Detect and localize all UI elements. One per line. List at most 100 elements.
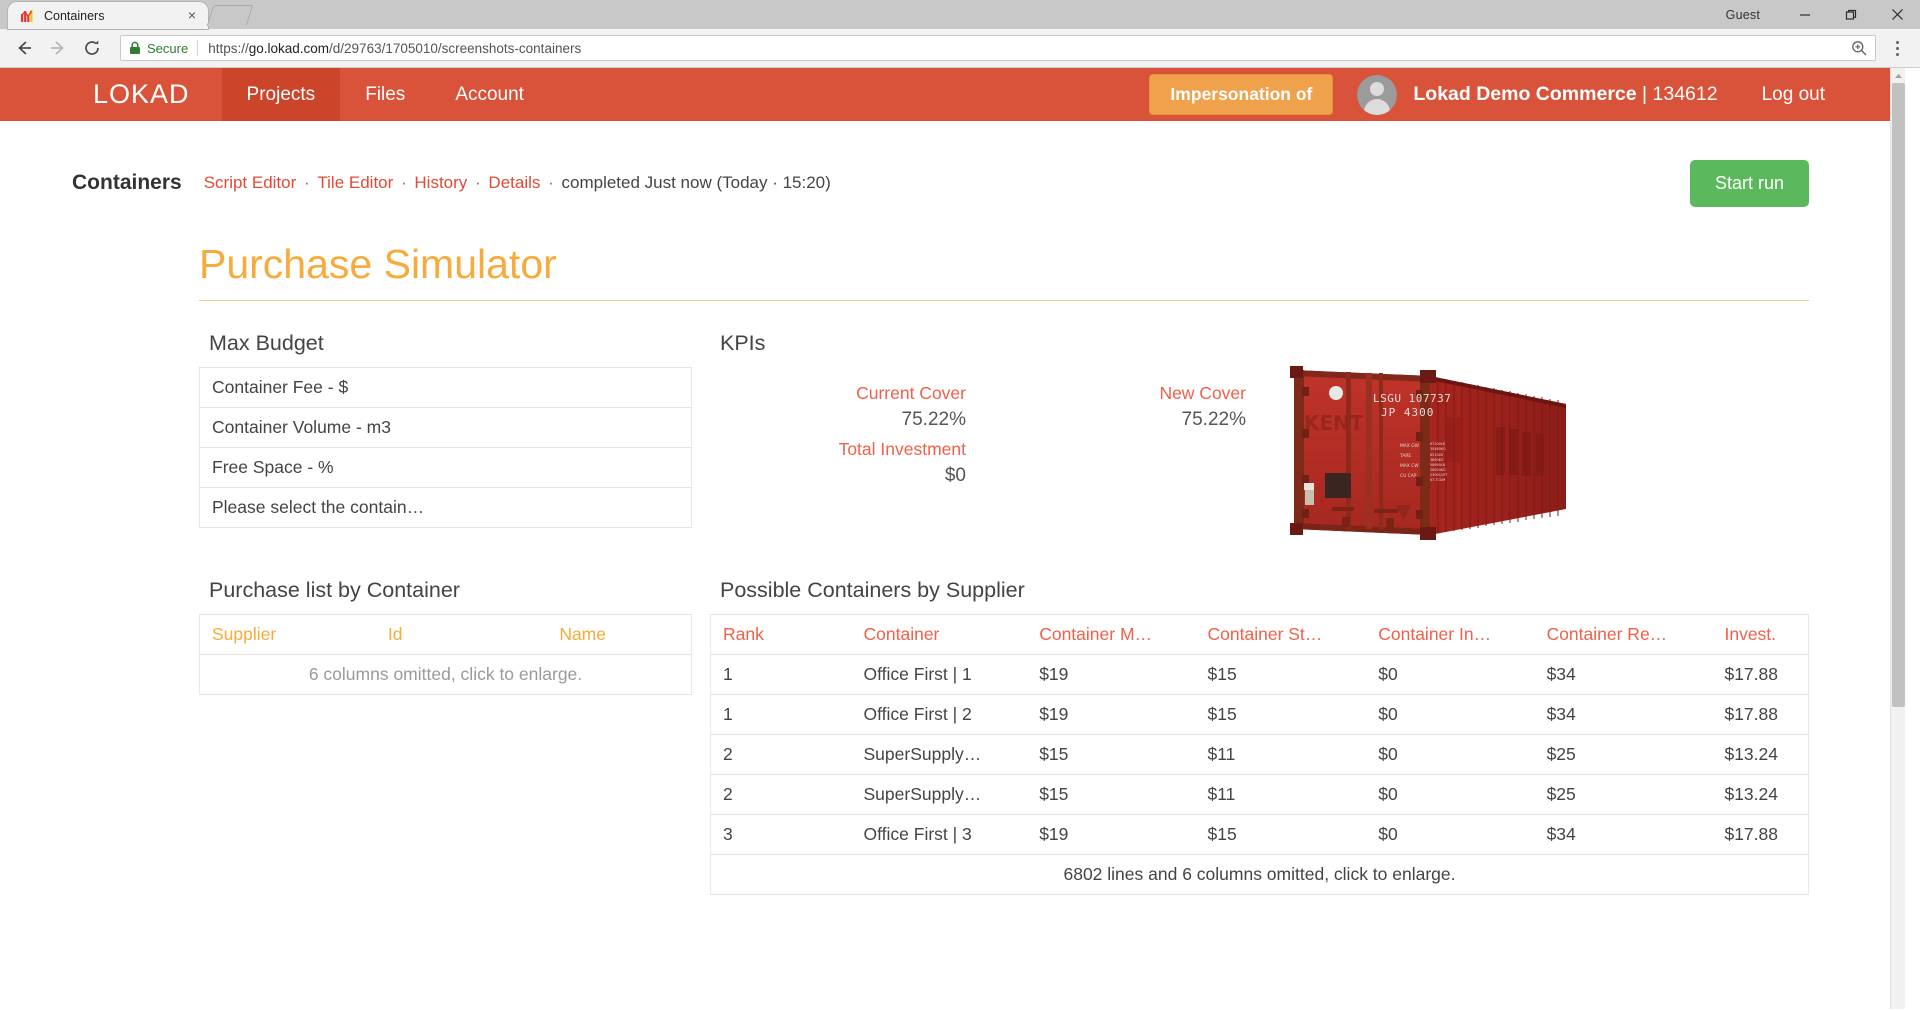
table-row[interactable]: 1 Office First | 1 $19 $15 $0 $34 $17.88 <box>711 655 1809 695</box>
purchase-list-omitted-note[interactable]: 6 columns omitted, click to enlarge. <box>200 655 692 695</box>
kpi-total-investment: Total Investment $0 <box>710 439 990 487</box>
kpi-label: Total Investment <box>710 439 966 460</box>
kpi-value: 75.22% <box>990 409 1246 431</box>
impersonation-badge[interactable]: Impersonation of <box>1149 74 1333 115</box>
page-scrollbar[interactable] <box>1890 68 1905 1009</box>
max-budget-row-label: Please select the contain… <box>200 488 692 528</box>
cell-container-m: $19 <box>1027 655 1195 695</box>
kpi-photo-wrap: Current Cover 75.22% New Cover 75.22% To… <box>710 367 1809 552</box>
column-header-rank[interactable]: Rank <box>711 615 846 655</box>
new-tab-button[interactable] <box>207 5 254 26</box>
table-row[interactable]: 2 SuperSupply… $15 $11 $0 $25 $13.24 <box>711 735 1809 775</box>
column-header-id[interactable]: Id <box>360 615 430 655</box>
browser-toolbar: Secure https://go.lokad.com/d/29763/1705… <box>0 29 1920 68</box>
breadcrumb-dot-2: · <box>396 173 411 192</box>
cell-container-in: $0 <box>1366 655 1534 695</box>
cell-rank: 1 <box>711 655 846 695</box>
column-header-invest[interactable]: Invest. <box>1712 615 1808 655</box>
possible-containers-omitted-note[interactable]: 6802 lines and 6 columns omitted, click … <box>711 855 1809 895</box>
possible-containers-table[interactable]: Rank Container Container M… Container St… <box>710 614 1809 895</box>
nav-item-projects[interactable]: Projects <box>222 68 341 121</box>
cell-invest: $17.88 <box>1712 655 1808 695</box>
start-run-button[interactable]: Start run <box>1690 160 1809 207</box>
table-row[interactable]: 3 Office First | 3 $19 $15 $0 $34 $17.88 <box>711 815 1809 855</box>
window-minimize-icon[interactable] <box>1782 0 1828 29</box>
kpi-value: $0 <box>710 465 966 487</box>
cell-container-re: $25 <box>1535 775 1713 815</box>
browser-tab[interactable]: Containers × <box>8 2 208 29</box>
cell-container-st: $15 <box>1196 815 1367 855</box>
back-arrow-icon[interactable] <box>8 32 40 64</box>
svg-text:KENT: KENT <box>1304 411 1364 435</box>
account-name-text: Lokad Demo Commerce <box>1413 83 1636 105</box>
table-row[interactable]: 2 SuperSupply… $15 $11 $0 $25 $13.24 <box>711 775 1809 815</box>
logout-link[interactable]: Log out <box>1762 84 1825 106</box>
table-row[interactable]: Free Space - % <box>200 448 692 488</box>
project-subheader: Containers Script Editor · Tile Editor ·… <box>72 121 1809 213</box>
app-navbar: LOKAD Projects Files Account Impersonati… <box>0 68 1905 121</box>
svg-text:8510LB: 8510LB <box>1430 453 1444 457</box>
breadcrumb: Script Editor · Tile Editor · History · … <box>204 173 831 193</box>
column-header-container-in[interactable]: Container In… <box>1366 615 1534 655</box>
cell-container-re: $34 <box>1535 815 1713 855</box>
column-header-container-st[interactable]: Container St… <box>1196 615 1367 655</box>
cell-container-in: $0 <box>1366 695 1534 735</box>
column-header-container-m[interactable]: Container M… <box>1027 615 1195 655</box>
scrollbar-thumb[interactable] <box>1892 83 1905 707</box>
avatar[interactable] <box>1357 75 1397 115</box>
table-row[interactable]: Container Volume - m3 <box>200 408 692 448</box>
secure-label: Secure <box>147 41 188 56</box>
breadcrumb-dot-4: · <box>543 173 558 192</box>
browser-tab-title: Containers <box>44 9 184 23</box>
cell-container-st: $15 <box>1196 655 1367 695</box>
dashboard-row-1: Max Budget Container Fee - $ Container V… <box>199 331 1809 552</box>
lock-icon <box>129 41 141 55</box>
cell-rank: 1 <box>711 695 846 735</box>
svg-text:MAX CW: MAX CW <box>1400 463 1419 469</box>
account-separator: | <box>1637 83 1653 105</box>
profile-label[interactable]: Guest <box>1726 8 1760 22</box>
shipping-container-photo: LSGU 107737 JP 4300 MAX GWTARE MAX CWCU … <box>1280 357 1580 552</box>
kpi-value: 75.22% <box>710 409 966 431</box>
kpi-label: New Cover <box>990 383 1246 404</box>
max-budget-table[interactable]: Container Fee - $ Container Volume - m3 … <box>199 367 692 528</box>
table-row: 6802 lines and 6 columns omitted, click … <box>711 855 1809 895</box>
nav-item-files[interactable]: Files <box>340 68 430 121</box>
kebab-menu-icon[interactable] <box>1882 32 1912 64</box>
forward-arrow-icon <box>42 32 74 64</box>
column-header-supplier[interactable]: Supplier <box>200 615 361 655</box>
purchase-list-title: Purchase list by Container <box>209 578 692 603</box>
max-budget-title: Max Budget <box>209 331 692 356</box>
column-header-container[interactable]: Container <box>846 615 1028 655</box>
nav-item-account[interactable]: Account <box>430 68 549 121</box>
table-row[interactable]: 1 Office First | 2 $19 $15 $0 $34 $17.88 <box>711 695 1809 735</box>
zoom-in-icon[interactable] <box>1851 40 1867 56</box>
tab-close-icon[interactable]: × <box>184 8 200 24</box>
window-close-icon[interactable] <box>1874 0 1920 29</box>
page-title: Containers <box>72 171 182 195</box>
breadcrumb-history[interactable]: History <box>414 173 467 192</box>
cell-container-m: $19 <box>1027 815 1195 855</box>
kpi-current-cover: Current Cover 75.22% <box>710 383 990 431</box>
table-row[interactable]: Please select the contain… <box>200 488 692 528</box>
run-status: completed Just now (Today · 15:20) <box>562 173 831 192</box>
navbar-right: Impersonation of Lokad Demo Commerce | 1… <box>1149 68 1905 121</box>
table-row[interactable]: Container Fee - $ <box>200 368 692 408</box>
svg-text:MAX GW: MAX GW <box>1400 443 1420 449</box>
scrollbar-up-arrow[interactable] <box>1891 68 1906 83</box>
account-label[interactable]: Lokad Demo Commerce | 134612 <box>1413 83 1717 106</box>
column-header-name[interactable]: Name <box>430 615 691 655</box>
reload-icon[interactable] <box>76 32 108 64</box>
column-header-container-re[interactable]: Container Re… <box>1535 615 1713 655</box>
cell-rank: 3 <box>711 815 846 855</box>
purchase-list-table[interactable]: Supplier Id Name 6 columns omitted, clic… <box>199 614 692 695</box>
address-bar[interactable]: Secure https://go.lokad.com/d/29763/1705… <box>120 35 1876 61</box>
window-maximize-icon[interactable] <box>1828 0 1874 29</box>
brand-logo[interactable]: LOKAD <box>0 68 222 121</box>
breadcrumb-script-editor[interactable]: Script Editor <box>204 173 297 192</box>
table-row: 6 columns omitted, click to enlarge. <box>200 655 692 695</box>
svg-text:67.7CUM: 67.7CUM <box>1430 478 1445 482</box>
breadcrumb-details[interactable]: Details <box>488 173 540 192</box>
breadcrumb-tile-editor[interactable]: Tile Editor <box>317 173 393 192</box>
svg-text:67200LB: 67200LB <box>1430 442 1446 446</box>
